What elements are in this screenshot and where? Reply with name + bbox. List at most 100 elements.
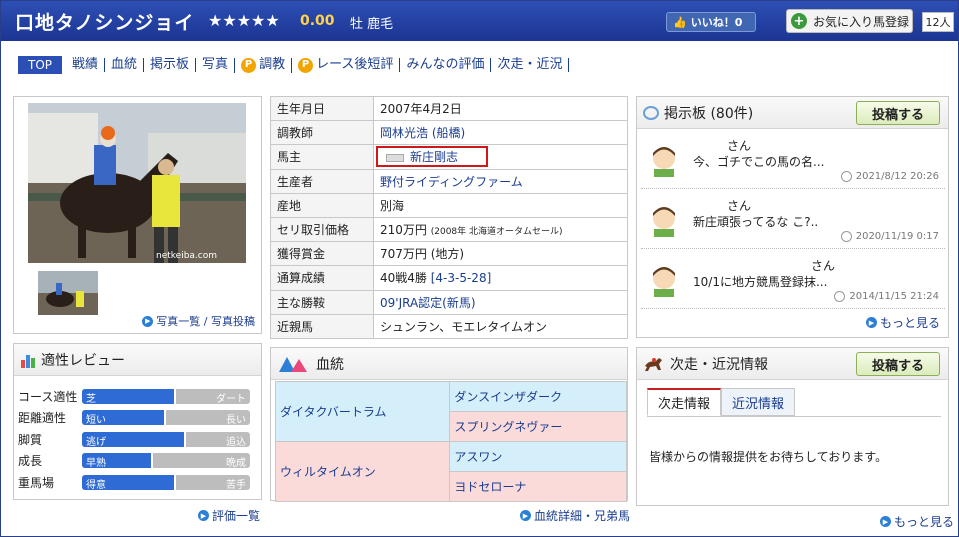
premium-icon: P (298, 57, 314, 73)
table-row: 主な勝鞍 09'JRA認定(新馬) (270, 289, 628, 315)
sale-price: 210万円 (380, 223, 427, 238)
pedigree-detail-link[interactable]: ▶ 血統詳細・兄弟馬 (520, 507, 630, 524)
premium-icon: P (241, 57, 257, 73)
main-win-link[interactable]: 09'JRA認定(新馬) (380, 296, 476, 310)
dam-sire[interactable]: アスワン (449, 441, 627, 472)
tab-next-race[interactable]: 次走情報 (647, 388, 722, 416)
horse-nav: TOP 戦績 血統 掲示板 写真 P 調教 P レース後短評 みんなの評価 次走・近… (18, 55, 570, 75)
next-race-tabs: 次走情報 近況情報 (647, 388, 796, 416)
horse-photo[interactable]: netkeiba.com (28, 103, 246, 263)
horse-name: 口地タノシンジョイ (15, 12, 195, 34)
speech-bubble-icon (643, 105, 659, 120)
rating-value: 0.00 (300, 13, 335, 29)
post-date: 2021/8/12 20:26 (840, 171, 939, 182)
aptitude-bar: 逃げ 追込 (82, 431, 250, 447)
aptitude-label: 距離適性 (18, 411, 67, 425)
photo-links-label: 写真一覧 / 写真投稿 (156, 315, 255, 328)
career-record: 40戦4勝 (380, 271, 427, 286)
arrow-right-icon: ▶ (880, 516, 891, 527)
table-row: セリ取引価格 210万円 (2008年 北海道オータムセール) (270, 216, 628, 243)
aptitude-left-label: 芝 (86, 393, 96, 404)
profile-key: 産地 (270, 192, 374, 218)
aptitude-label: コース適性 (18, 389, 78, 404)
aptitude-right-label: 苦手 (226, 479, 246, 490)
trainer-link[interactable]: 岡林光浩 (船橋) (380, 126, 465, 140)
nav-photos[interactable]: 写真 (195, 58, 234, 72)
sire-dam[interactable]: スプリングネヴァー (449, 411, 627, 442)
nav-reviews[interactable]: みんなの評価 (399, 58, 490, 72)
dam[interactable]: ウィルタイムオン (274, 441, 451, 502)
board-post-button[interactable]: 投稿する (856, 101, 940, 125)
arrow-right-icon: ▶ (520, 510, 531, 521)
table-row: 生年月日 2007年4月2日 (270, 95, 628, 122)
clock-icon (834, 291, 846, 302)
aptitude-right-label: 長い (226, 415, 246, 425)
aptitude-right-label: 晩成 (226, 458, 246, 468)
arrow-right-icon: ▶ (142, 315, 154, 327)
tab-recent-news[interactable]: 近況情報 (721, 388, 796, 416)
pedigree-header: 血統 (271, 348, 627, 380)
photo-watermark: netkeiba.com (156, 251, 217, 261)
aptitude-review-panel: 適性レビュー コース適性芝 ダート 距離適性 短い 長い 脚質 逃げ 追込 成長 早熟 晩成 重馬場 得… (13, 343, 262, 500)
post-text: 10/1に地方競馬登録抹... (693, 275, 828, 289)
tab-divider (647, 416, 941, 417)
photo-links[interactable]: ▶ 写真一覧 / 写真投稿 (142, 313, 255, 329)
nav-board[interactable]: 掲示板 (143, 58, 195, 72)
nav-training[interactable]: P 調教 (234, 57, 291, 73)
aptitude-fill (82, 388, 177, 404)
aptitude-label: 脚質 (18, 432, 43, 447)
nav-race-review[interactable]: P レース後短評 (291, 57, 399, 73)
aptitude-bar: 早熟 晩成 (82, 453, 250, 468)
nav-top[interactable]: TOP (18, 56, 62, 74)
sire[interactable]: ダイタクバートラム (274, 381, 451, 442)
post-date: 2014/11/15 21:24 (834, 291, 939, 302)
thumbs-up-icon: 👍 (673, 15, 687, 29)
table-row: 調教師 岡林光浩 (船橋) (270, 120, 628, 146)
profile-value: 707万円 (地方) (373, 241, 628, 267)
photo-thumbnail[interactable] (38, 271, 98, 315)
clock-icon (840, 231, 852, 242)
nav-training-label: 調教 (259, 57, 286, 72)
nav-divider (568, 58, 570, 72)
evaluation-list-link[interactable]: ▶ 評価一覧 (198, 507, 260, 524)
sire-sire[interactable]: ダンスインザダーク (449, 381, 627, 412)
profile-key: 近親馬 (270, 313, 374, 339)
nav-results[interactable]: 戦績 (72, 58, 104, 72)
next-race-more-label: もっと見る (894, 515, 955, 529)
next-race-more-link[interactable]: ▶ もっと見る (880, 513, 954, 530)
career-record-link[interactable]: [4-3-5-28] (431, 271, 492, 285)
board-more-link[interactable]: ▶ もっと見る (865, 314, 940, 331)
aptitude-right-label: 追込 (226, 436, 246, 447)
like-button[interactable]: 👍 いいね！0 (666, 12, 756, 32)
aptitude-row: 距離適性 短い 長い (18, 410, 250, 426)
avatar-icon (653, 207, 675, 237)
aptitude-left-label: 短い (86, 415, 106, 425)
table-row: 生産者 野付ライディングファーム (270, 168, 628, 194)
arrow-right-icon: ▶ (865, 317, 877, 328)
table-row: 通算成績 40戦4勝 [4-3-5-28] (270, 265, 628, 291)
pedigree-detail-label: 血統詳細・兄弟馬 (534, 509, 631, 523)
post-date-label: 2020/11/19 0:17 (855, 231, 939, 242)
aptitude-bar: 芝 ダート (82, 388, 250, 404)
board-post[interactable]: さん 新庄頑張ってるな こ?.. 2020/11/19 0:17 (641, 193, 945, 249)
board-post[interactable]: さん 今、ゴチでこの馬の名... 2021/8/12 20:26 (641, 133, 945, 189)
sex-coat: 牡 鹿毛 (350, 17, 394, 32)
like-label: いいね！0 (690, 16, 743, 29)
nav-next-race[interactable]: 次走・近況 (490, 58, 568, 72)
next-race-post-button[interactable]: 投稿する (856, 352, 940, 376)
profile-key: 主な勝鞍 (270, 289, 374, 315)
table-row: 近親馬 シュンラン、モエレタイムオン (270, 313, 628, 339)
profile-key: 生年月日 (270, 95, 374, 122)
post-author: さん (811, 259, 836, 273)
nav-pedigree[interactable]: 血統 (104, 58, 143, 72)
dam-dam[interactable]: ヨドセローナ (449, 471, 627, 502)
board-post[interactable]: さん 10/1に地方競馬登録抹... 2014/11/15 21:24 (641, 253, 945, 309)
favorite-register-button[interactable]: + お気に入り馬登録 (786, 9, 913, 33)
favorite-label: お気に入り馬登録 (813, 14, 910, 29)
plus-icon: + (791, 13, 807, 29)
profile-key: 調教師 (270, 120, 374, 146)
breeder-link[interactable]: 野付ライディングファーム (380, 175, 523, 189)
horse-header: 口地タノシンジョイ ★★★★★ 0.00 牡 鹿毛 👍 いいね！0 + お気に入… (1, 1, 958, 41)
aptitude-row: 成長 早熟 晩成 (18, 453, 250, 469)
post-date-label: 2014/11/15 21:24 (849, 291, 939, 302)
